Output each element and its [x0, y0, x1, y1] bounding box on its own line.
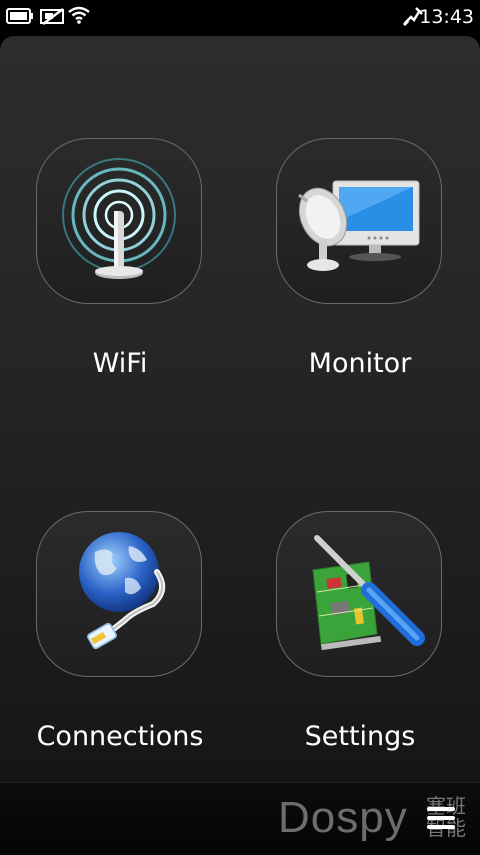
dospy-watermark: Dospy — [278, 793, 408, 842]
globe-network-icon — [79, 532, 166, 650]
status-bar: 13:43 — [0, 0, 480, 34]
no-sim-icon — [40, 8, 64, 25]
bottom-bar: Dospy 塞班 智能 — [0, 782, 480, 855]
tile-connections[interactable]: Connections — [0, 409, 240, 752]
menu-icon-line — [427, 807, 455, 811]
menu-icon-line — [427, 825, 455, 829]
tile-label-connections: Connections — [36, 721, 204, 752]
tile-monitor[interactable]: Monitor — [240, 36, 480, 379]
monitor-icon-frame[interactable] — [276, 138, 442, 304]
tile-label-settings: Settings — [304, 721, 416, 752]
connections-icon-frame[interactable] — [36, 511, 202, 677]
wifi-icon-frame[interactable] — [36, 138, 202, 304]
menu-icon-line — [427, 816, 455, 820]
battery-icon — [6, 8, 33, 24]
tile-wifi[interactable]: WiFi — [0, 36, 240, 379]
settings-icon-frame[interactable] — [276, 511, 442, 677]
wifi-antenna-icon — [62, 158, 176, 279]
settings-tools-icon — [312, 535, 425, 651]
tile-label-monitor: Monitor — [308, 348, 412, 379]
app-panel: WiFi Monitor Connections Settings — [0, 36, 480, 782]
status-time: 13:43 — [419, 6, 474, 28]
tile-settings[interactable]: Settings — [240, 409, 480, 752]
tile-label-wifi: WiFi — [92, 348, 148, 379]
monitor-icon — [298, 180, 420, 271]
menu-button[interactable] — [424, 807, 458, 837]
wifi-signal-icon — [68, 6, 90, 24]
